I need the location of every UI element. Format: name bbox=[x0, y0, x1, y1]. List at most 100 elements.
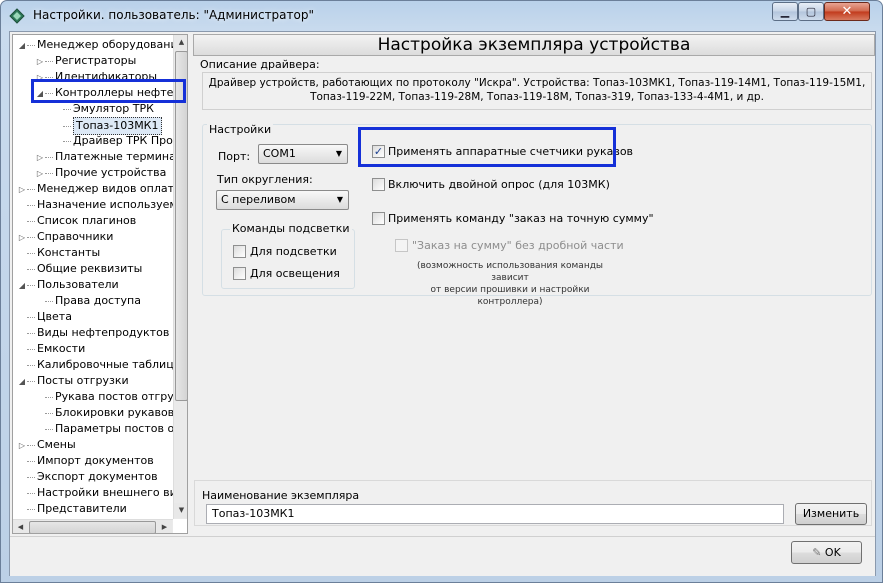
tree-item-label: Назначение используемых bbox=[37, 198, 173, 211]
maximize-icon: ▢ bbox=[805, 5, 817, 18]
settings-caption: Настройки bbox=[207, 123, 274, 136]
tree-item[interactable]: Рукава постов отгруз bbox=[35, 389, 173, 405]
tree-item[interactable]: ▷ Менеджер видов оплаты bbox=[17, 181, 173, 197]
tree-item[interactable]: Виды нефтепродуктов bbox=[17, 325, 169, 341]
tree-item[interactable]: Блокировки рукавов bbox=[35, 405, 173, 421]
driver-description-label: Описание драйвера: bbox=[200, 58, 320, 71]
tree-item[interactable]: ▷ Платежные терминал bbox=[35, 149, 173, 165]
tree-list: ◢ Менеджер оборудования ▷ Регистраторы ▷ Иден… bbox=[13, 35, 173, 519]
tree-line bbox=[45, 76, 53, 78]
tree-vertical-scrollbar[interactable]: ▲ ▼ bbox=[173, 35, 187, 519]
collapsed-arrow-icon[interactable]: ▷ bbox=[17, 182, 27, 198]
instance-name-input[interactable]: Топаз-103МК1 bbox=[206, 504, 784, 524]
tree-line bbox=[27, 188, 35, 190]
scroll-thumb-horizontal[interactable] bbox=[29, 521, 156, 533]
tree-item[interactable]: Топаз-103МК1 bbox=[53, 117, 162, 135]
tree-item-label: Калибровочные таблицы bbox=[37, 358, 173, 371]
tree-item[interactable]: Константы bbox=[17, 245, 100, 261]
tree-item[interactable]: Эмулятор ТРК bbox=[53, 101, 154, 117]
tree-item[interactable]: ◢ Посты отгрузки bbox=[17, 373, 129, 389]
collapsed-arrow-icon[interactable]: ▷ bbox=[35, 166, 45, 182]
tree-item-label: Справочники bbox=[37, 230, 114, 243]
tree-item[interactable]: Представители bbox=[17, 501, 127, 517]
lighting-checkbox[interactable] bbox=[233, 267, 246, 280]
window-title: Настройки. пользователь: "Администратор" bbox=[33, 8, 314, 22]
tree-item[interactable]: Драйвер ТРК Прот bbox=[53, 133, 173, 149]
dialog-footer bbox=[10, 536, 875, 576]
expanded-arrow-icon[interactable]: ◢ bbox=[17, 278, 27, 294]
client-area: ◢ Менеджер оборудования ▷ Регистраторы ▷ Иден… bbox=[9, 31, 876, 576]
exact-sum-label: Применять команду "заказ на точную сумму… bbox=[388, 212, 654, 225]
tree-item-label: Менеджер оборудования bbox=[37, 38, 173, 51]
command-note: (возможность использования команды завис… bbox=[405, 260, 615, 308]
tree-item[interactable]: Параметры постов отг bbox=[35, 421, 173, 437]
tree-item[interactable]: Назначение используемых bbox=[17, 197, 173, 213]
double-poll-label: Включить двойной опрос (для 103МК) bbox=[388, 178, 610, 191]
tree-line bbox=[27, 252, 35, 254]
tree-item-label: Экспорт документов bbox=[37, 470, 158, 483]
tree-item[interactable]: ▷ Прочие устройства bbox=[35, 165, 166, 181]
tree-item[interactable]: ◢ Пользователи bbox=[17, 277, 119, 293]
scroll-thumb-vertical[interactable] bbox=[175, 51, 187, 401]
tree-item[interactable]: Импорт документов bbox=[17, 453, 154, 469]
tree-item[interactable]: Права доступа bbox=[35, 293, 141, 309]
tree-item[interactable]: ▷ Смены bbox=[17, 437, 76, 453]
port-select[interactable]: COM1 ▼ bbox=[258, 144, 348, 164]
scroll-down-icon[interactable]: ▼ bbox=[174, 503, 187, 518]
tree-line bbox=[45, 428, 53, 430]
close-button[interactable]: ✕ bbox=[824, 2, 870, 21]
tree-horizontal-scrollbar[interactable]: ◀ ▶ bbox=[13, 519, 173, 533]
minimize-icon: ▁ bbox=[780, 5, 790, 18]
tree-item[interactable]: ▷ Справочники bbox=[17, 229, 114, 246]
double-poll-checkbox[interactable] bbox=[372, 178, 385, 191]
tree-item-label: Пользователи bbox=[37, 278, 119, 291]
collapsed-arrow-icon[interactable]: ▷ bbox=[17, 230, 27, 246]
scroll-left-icon[interactable]: ◀ bbox=[13, 520, 28, 533]
no-fraction-label: "Заказ на сумму" без дробной части bbox=[412, 239, 624, 252]
expanded-arrow-icon[interactable]: ◢ bbox=[17, 38, 27, 54]
exact-sum-checkbox[interactable] bbox=[372, 212, 385, 225]
port-label: Порт: bbox=[218, 150, 251, 163]
tree-item[interactable]: Список плагинов bbox=[17, 213, 136, 229]
scroll-right-icon[interactable]: ▶ bbox=[157, 520, 172, 533]
driver-description-line-2: Топаз-119-22М, Топаз-119-28М, Топаз-119-… bbox=[310, 91, 764, 103]
tree-item[interactable]: ◢ Менеджер оборудования bbox=[17, 37, 173, 53]
tree-item-label: Прочие устройства bbox=[55, 166, 167, 179]
tree-item-label: Драйвер ТРК Прот bbox=[73, 134, 173, 147]
tree-line bbox=[63, 140, 71, 142]
backlight-commands-group bbox=[221, 229, 355, 289]
tree-item[interactable]: Настройки внешнего вида bbox=[17, 485, 173, 501]
maximize-button[interactable]: ▢ bbox=[798, 2, 824, 21]
tree-item-label: Параметры постов отг bbox=[55, 422, 173, 435]
tree-item-label: Виды нефтепродуктов bbox=[37, 326, 170, 339]
collapsed-arrow-icon[interactable]: ▷ bbox=[17, 438, 27, 454]
tree-item[interactable]: Экспорт документов bbox=[17, 469, 158, 485]
tree-item-label: Платежные терминал bbox=[55, 150, 173, 163]
tree-line bbox=[27, 236, 35, 238]
chevron-down-icon: ▼ bbox=[335, 149, 342, 158]
tree-line bbox=[27, 220, 35, 222]
tree-item[interactable]: Емкости bbox=[17, 341, 85, 357]
tree-item[interactable]: Калибровочные таблицы bbox=[17, 357, 173, 373]
highlight-frame-tree bbox=[31, 79, 186, 103]
driver-description-line-1: Драйвер устройств, работающих по протоко… bbox=[208, 77, 866, 89]
expanded-arrow-icon[interactable]: ◢ bbox=[17, 374, 27, 390]
collapsed-arrow-icon[interactable]: ▷ bbox=[35, 150, 45, 166]
backlight-checkbox[interactable] bbox=[233, 245, 246, 258]
title-bar[interactable]: Настройки. пользователь: "Администратор"… bbox=[1, 1, 882, 31]
tree-item-label: Рукава постов отгруз bbox=[55, 390, 173, 403]
tree-item[interactable]: Общие реквизиты bbox=[17, 261, 142, 277]
collapsed-arrow-icon[interactable]: ▷ bbox=[35, 54, 45, 70]
tree-item-label: Смены bbox=[37, 438, 76, 451]
scroll-up-icon[interactable]: ▲ bbox=[174, 35, 187, 50]
rounding-select[interactable]: С переливом ▼ bbox=[216, 190, 349, 210]
change-button[interactable]: Изменить bbox=[795, 503, 867, 525]
ok-button[interactable]: ✎ OK bbox=[791, 541, 862, 564]
minimize-button[interactable]: ▁ bbox=[772, 2, 798, 21]
tree-line bbox=[45, 156, 53, 158]
tree-item-label: Список плагинов bbox=[37, 214, 137, 227]
tree-line bbox=[27, 44, 35, 46]
tree-item-label: Представители bbox=[37, 502, 127, 515]
tree-item[interactable]: ▷ Регистраторы bbox=[35, 53, 136, 69]
tree-item[interactable]: Цвета bbox=[17, 309, 72, 325]
